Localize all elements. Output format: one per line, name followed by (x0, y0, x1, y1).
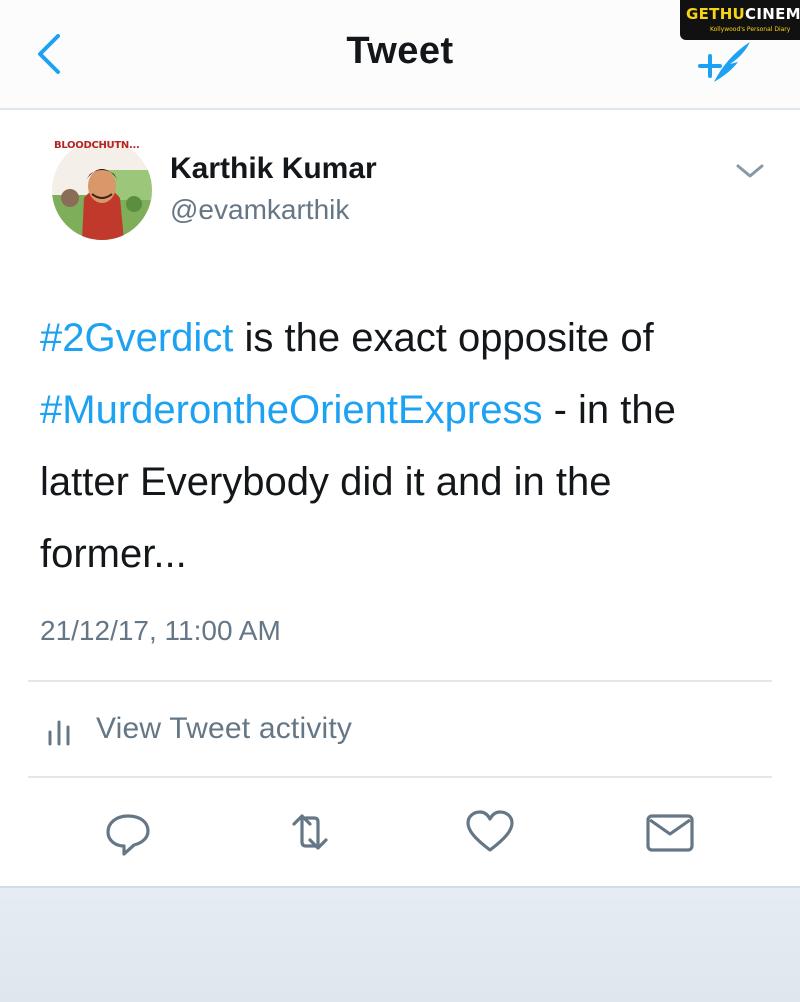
reply-icon (106, 814, 150, 856)
retweet-icon (292, 814, 328, 850)
hashtag-link[interactable]: #MurderontheOrientExpress (40, 388, 542, 432)
tweet-options-button[interactable] (732, 158, 768, 184)
tweet-text: #2Gverdict is the exact opposite of #Mur… (40, 302, 760, 590)
avatar[interactable] (52, 140, 152, 240)
reply-button[interactable] (98, 802, 158, 862)
envelope-icon (646, 814, 694, 852)
background-area (0, 886, 800, 1002)
author-name[interactable]: Karthik Kumar (170, 152, 377, 186)
tweet-timestamp: 21/12/17, 11:00 AM (40, 615, 281, 646)
like-button[interactable] (460, 802, 520, 862)
hashtag-link[interactable]: #2Gverdict (40, 316, 233, 360)
heart-icon (466, 810, 514, 852)
divider (28, 776, 772, 778)
divider (28, 680, 772, 682)
watermark-subtext: Kollywood's Personal Diary (710, 26, 791, 33)
avatar-caption: BLOODCHUTN... (54, 140, 140, 151)
author-handle[interactable]: @evamkarthik (170, 194, 349, 226)
share-button[interactable] (640, 802, 700, 862)
watermark-text-secondary: CINEMA (745, 5, 800, 23)
tweet-text-segment: is the exact opposite of (233, 316, 654, 360)
bar-chart-icon (48, 720, 70, 746)
watermark-text-primary: GETHU (686, 5, 746, 23)
chevron-down-icon (736, 164, 764, 178)
view-tweet-activity-button[interactable]: View Tweet activity (28, 684, 772, 774)
activity-label: View Tweet activity (96, 712, 353, 745)
tweet-actions-bar (0, 790, 800, 880)
watermark-logo: GETHUCINEMA Kollywood's Personal Diary (680, 0, 800, 40)
retweet-button[interactable] (280, 802, 340, 862)
